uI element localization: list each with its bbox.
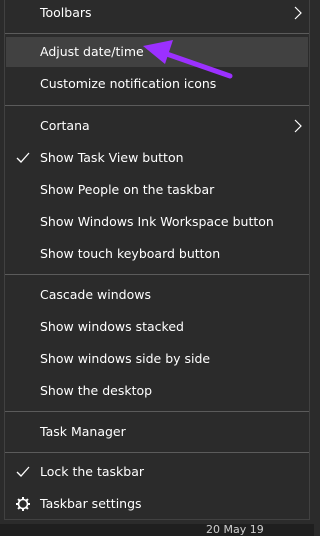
taskbar-date-fragment: 20 May 19 [206,524,264,536]
menu-item-show-windows-side-by-side[interactable]: Show windows side by side [6,344,308,374]
menu-item-label: Show windows stacked [40,318,184,334]
menu-item-label: Cortana [40,117,90,133]
chevron-right-icon [294,6,302,20]
menu-item-label: Show the desktop [40,382,153,398]
menu-item-taskbar-settings[interactable]: Taskbar settings [6,489,308,519]
menu-item-label: Lock the taskbar [40,463,145,479]
menu-separator [5,274,309,275]
checkmark-icon [16,466,30,477]
screenshot-frame: Toolbars Adjust date/time Customize noti… [0,0,314,536]
arrow-pointer-icon [143,40,233,79]
chevron-right-icon [294,119,302,133]
menu-item-cascade-windows[interactable]: Cascade windows [6,280,308,310]
menu-item-cortana[interactable]: Cortana [6,111,308,141]
menu-item-label: Toolbars [40,4,92,20]
menu-item-show-windows-stacked[interactable]: Show windows stacked [6,312,308,342]
menu-item-show-task-view-button[interactable]: Show Task View button [6,143,308,173]
menu-item-label: Task Manager [40,423,126,439]
menu-item-task-manager[interactable]: Task Manager [6,417,308,447]
menu-item-show-people-on-taskbar[interactable]: Show People on the taskbar [6,175,308,205]
menu-item-label: Show touch keyboard button [40,245,221,261]
gear-icon [16,497,30,511]
menu-item-label: Show People on the taskbar [40,181,215,197]
menu-item-label: Cascade windows [40,286,151,302]
menu-item-show-touch-keyboard-button[interactable]: Show touch keyboard button [6,239,308,269]
menu-item-show-the-desktop[interactable]: Show the desktop [6,376,308,406]
menu-item-show-windows-ink-workspace-button[interactable]: Show Windows Ink Workspace button [6,207,308,237]
taskbar-edge: 20 May 19 [0,524,314,536]
menu-item-lock-the-taskbar[interactable]: Lock the taskbar [6,457,308,487]
menu-separator [5,105,309,106]
checkmark-icon [16,152,30,163]
menu-item-label: Show Task View button [40,149,184,165]
menu-item-label: Show windows side by side [40,350,211,366]
taskbar-context-menu: Toolbars Adjust date/time Customize noti… [4,0,310,520]
menu-separator [5,452,309,453]
menu-separator [5,411,309,412]
menu-item-label: Taskbar settings [40,495,142,511]
menu-item-label: Adjust date/time [40,43,144,59]
menu-item-label: Show Windows Ink Workspace button [40,213,274,229]
menu-item-toolbars[interactable]: Toolbars [6,0,308,28]
